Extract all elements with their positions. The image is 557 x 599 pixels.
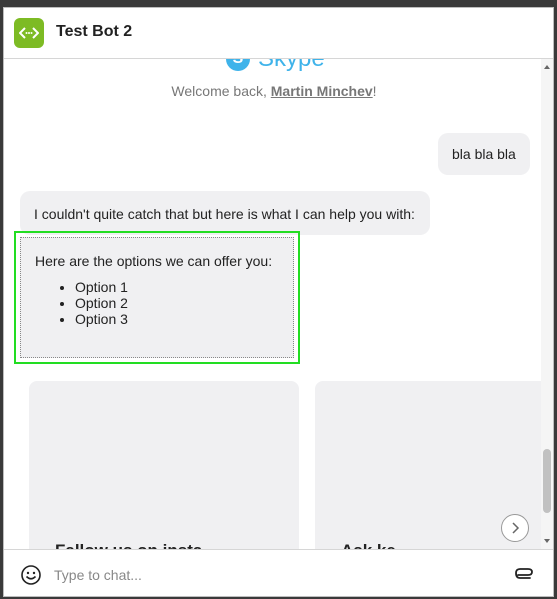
option-item: Option 2 <box>75 295 279 311</box>
card-title: Fallow us on insta <box>55 541 202 549</box>
user-message: bla bla bla <box>438 133 530 175</box>
chevron-right-icon <box>512 522 520 534</box>
paperclip-icon[interactable] <box>514 565 536 583</box>
options-list: Option 1 Option 2 Option 3 <box>35 279 279 327</box>
skype-logo: S Skype <box>226 59 325 73</box>
scroll-up-icon[interactable] <box>544 65 550 69</box>
carousel-card[interactable]: Fallow us on insta <box>29 381 299 549</box>
carousel-next-button[interactable] <box>501 514 529 542</box>
skype-icon: S <box>226 59 250 71</box>
input-bar <box>4 549 553 596</box>
chat-area[interactable]: S Skype Welcome back, Martin Minchev! bl… <box>4 59 544 549</box>
options-intro: Here are the options we can offer you: <box>35 253 273 269</box>
chat-scrollbar[interactable] <box>541 59 553 549</box>
welcome-text: Welcome back, Martin Minchev! <box>4 83 544 99</box>
bot-message: I couldn't quite catch that but here is … <box>20 191 430 235</box>
skype-wordmark: Skype <box>258 59 325 73</box>
chat-input[interactable] <box>52 562 456 588</box>
option-item: Option 3 <box>75 311 279 327</box>
card-title: Ask ke <box>341 541 396 549</box>
welcome-prefix: Welcome back, <box>171 83 271 99</box>
welcome-suffix: ! <box>372 83 377 99</box>
option-item: Option 1 <box>75 279 279 295</box>
bot-logo-icon <box>14 18 44 48</box>
bot-title: Test Bot 2 <box>56 23 133 40</box>
options-highlight: Here are the options we can offer you: O… <box>14 231 300 364</box>
scroll-down-icon[interactable] <box>544 539 550 543</box>
options-message: Here are the options we can offer you: O… <box>20 237 294 358</box>
user-name-link[interactable]: Martin Minchev <box>271 83 373 99</box>
chat-header: Test Bot 2 <box>4 8 553 59</box>
scroll-thumb[interactable] <box>543 449 551 513</box>
chat-window: Test Bot 2 S Skype Welcome back, Martin … <box>3 7 554 597</box>
emoji-icon[interactable] <box>20 564 42 586</box>
